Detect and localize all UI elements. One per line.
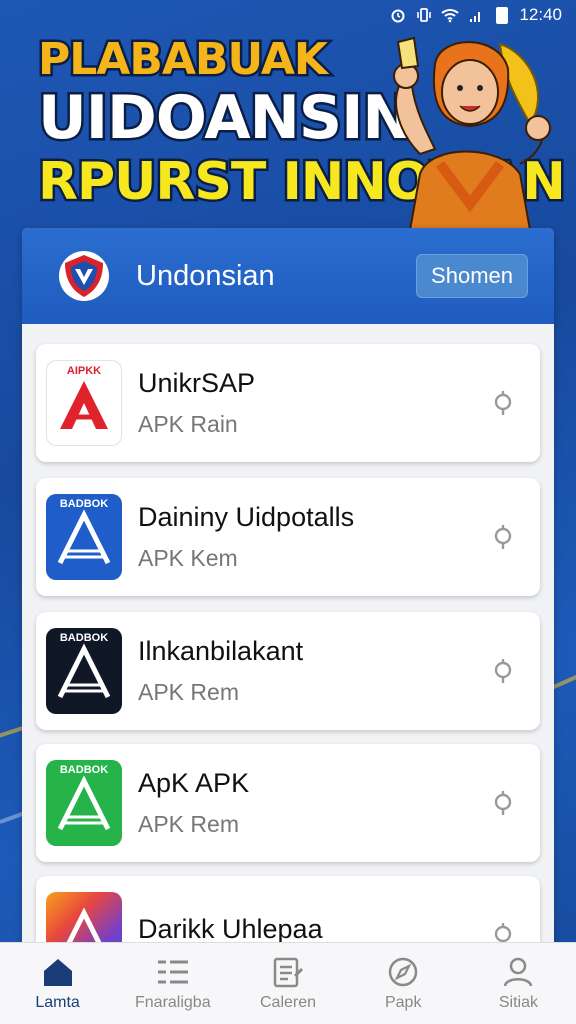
app-icon: BADBOK [46,628,122,714]
list-icon [157,960,188,983]
nav-label: Sitiak [498,993,538,1011]
app-title: Darikk Uhlepaa [138,913,323,944]
nav-label: Fnaraligba [135,993,211,1011]
app-title: Ilnkanbilakant [138,636,304,666]
app-list-card: Undonsian Shomen AIPKK UnikrSAP APK Rain [22,228,554,944]
nav-label: Lamta [35,993,80,1011]
app-title: ApK APK [138,768,250,798]
app-icon: BADBOK [46,494,122,580]
nav-item-document[interactable]: Caleren [230,943,345,1024]
nav-label: Papk [384,993,422,1011]
nav-item-compass[interactable]: Papk [346,943,461,1024]
nav-item-home[interactable]: Lamta [0,943,115,1024]
alarm-icon [389,6,407,24]
bottom-nav: Lamta Fnaraligba Caleren Papk Sitiak [0,942,576,1024]
status-time: 12:40 [519,5,562,24]
app-subtitle: APK Rain [138,411,238,437]
letter-a-icon [60,381,108,429]
app-icon-badge: BADBOK [59,632,109,644]
app-item-text: Ilnkanbilakant APK Rem [138,636,488,706]
app-icon-badge: BADBOK [59,764,109,776]
app-item-text: Darikk Uhlepaa [138,914,488,945]
app-item-text: UnikrSAP APK Rain [138,368,488,438]
shomen-button[interactable]: Shomen [416,254,528,298]
shield-emblem-icon [56,248,112,304]
app-subtitle: APK Rem [138,679,239,705]
app-subtitle: APK Kem [138,545,238,571]
pin-icon[interactable] [488,656,518,686]
compass-icon [388,957,418,986]
letter-a-icon [57,509,111,565]
nav-label: Caleren [259,993,317,1011]
letter-a-icon [57,643,111,699]
pin-icon[interactable] [488,920,518,944]
wifi-icon [441,6,460,24]
app-title: UnikrSAP [138,368,256,398]
pin-icon[interactable] [488,522,518,552]
app-list-item[interactable]: BADBOK ApK APK APK Rem [36,744,540,862]
document-icon [273,957,304,987]
profile-icon [504,957,533,986]
signal-icon [467,6,485,24]
app-icon: BADBOK [46,760,122,846]
vibrate-icon [415,6,433,24]
battery-icon [493,6,511,24]
app-icon-badge: AIPKK [66,365,102,377]
pin-icon[interactable] [488,388,518,418]
home-icon [43,958,72,986]
app-list-item[interactable]: BADBOK Ilnkanbilakant APK Rem [36,612,540,730]
app-title: Daininy Uidpotalls [138,502,355,532]
app-icon [46,892,122,944]
card-title: Undonsian [136,259,275,292]
app-item-text: ApK APK APK Rem [138,768,488,838]
letter-a-icon [57,775,111,831]
letter-a-icon [65,907,103,944]
app-list-item[interactable]: AIPKK UnikrSAP APK Rain [36,344,540,462]
app-item-text: Daininy Uidpotalls APK Kem [138,502,488,572]
app-icon: AIPKK [46,360,122,446]
app-icon-badge: BADBOK [59,498,109,510]
nav-item-profile[interactable]: Sitiak [461,943,576,1024]
nav-item-list[interactable]: Fnaraligba [115,943,230,1024]
app-subtitle: APK Rem [138,811,239,837]
app-list-item[interactable]: BADBOK Daininy Uidpotalls APK Kem [36,478,540,596]
app-list-item[interactable]: Darikk Uhlepaa [36,876,540,944]
card-header: Undonsian Shomen [22,228,554,324]
mascot-illustration [393,36,551,230]
pin-icon[interactable] [488,788,518,818]
